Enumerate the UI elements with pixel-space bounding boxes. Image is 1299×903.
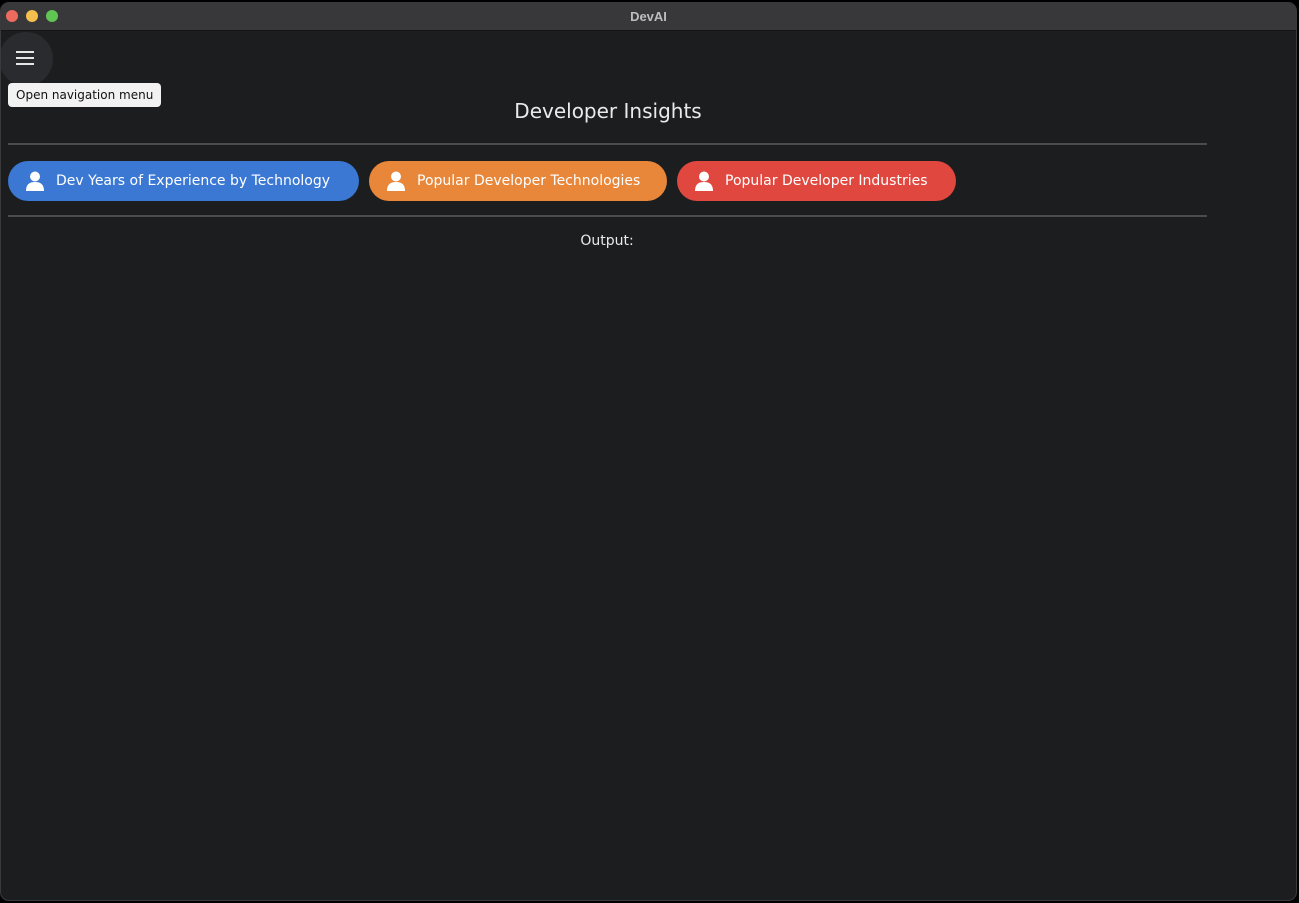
popular-technologies-button[interactable]: Popular Developer Technologies	[369, 161, 667, 201]
title-bar: DevAI	[1, 3, 1296, 31]
button-label: Popular Developer Technologies	[417, 173, 641, 189]
open-navigation-menu-button[interactable]	[1, 32, 53, 86]
bottom-divider	[8, 215, 1207, 217]
page-title: Developer Insights	[514, 99, 702, 123]
hamburger-menu-icon	[16, 51, 34, 65]
app-window: DevAI Open navigation menu Developer Ins…	[0, 2, 1297, 901]
person-icon	[387, 171, 405, 191]
dev-years-experience-button[interactable]: Dev Years of Experience by Technology	[8, 161, 359, 201]
window-title: DevAI	[630, 9, 667, 24]
button-label: Popular Developer Industries	[725, 173, 928, 189]
popular-industries-button[interactable]: Popular Developer Industries	[677, 161, 956, 201]
button-label: Dev Years of Experience by Technology	[56, 173, 331, 189]
person-icon	[26, 171, 44, 191]
person-icon	[695, 171, 713, 191]
output-area	[8, 263, 1207, 883]
top-divider	[8, 143, 1207, 145]
output-label: Output:	[580, 233, 634, 249]
